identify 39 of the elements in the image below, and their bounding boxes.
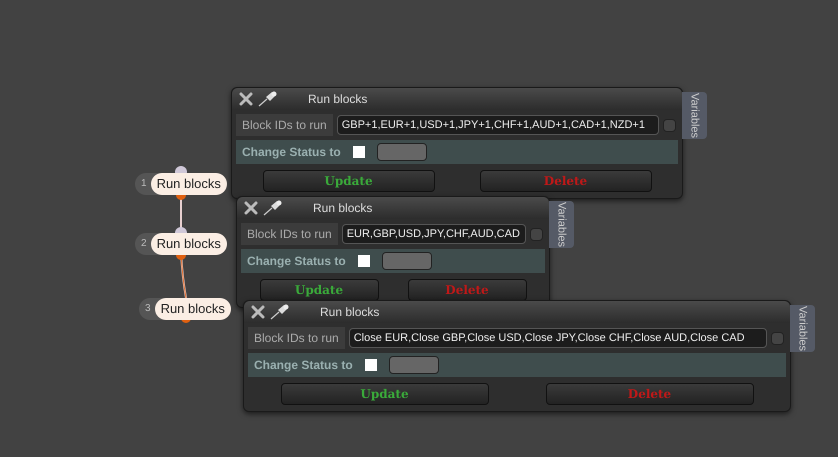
status-field[interactable] xyxy=(376,143,427,161)
node[interactable]: 3 Run blocks xyxy=(139,298,231,320)
variables-tab[interactable]: Variables xyxy=(549,201,574,248)
status-checkbox[interactable] xyxy=(358,255,370,267)
checkbox[interactable] xyxy=(530,228,543,240)
field-label: Block IDs to run xyxy=(236,114,333,136)
block-ids-field[interactable]: Close EUR,Close GBP,Close USD,Close JPY,Close CHF,Close AUD,Close CAD xyxy=(348,328,767,348)
field-label: Block IDs to run xyxy=(248,327,345,349)
node-label: Run blocks xyxy=(150,173,227,194)
status-field[interactable] xyxy=(382,252,432,270)
node-number: 2 xyxy=(141,237,148,252)
close-icon[interactable] xyxy=(250,305,266,319)
status-checkbox[interactable] xyxy=(352,146,365,158)
panel-title: Run blocks xyxy=(320,304,380,321)
status-field[interactable] xyxy=(388,356,439,374)
node-number: 1 xyxy=(141,177,148,192)
variables-tab[interactable]: Variables xyxy=(790,305,814,352)
close-icon[interactable] xyxy=(238,92,254,106)
node-label: Run blocks xyxy=(154,298,231,320)
node-number: 3 xyxy=(145,302,152,316)
status-label: Change Status to xyxy=(242,144,341,161)
field-label: Block IDs to run xyxy=(241,223,338,245)
node[interactable]: 2 Run blocks xyxy=(135,233,227,254)
update-button[interactable]: Update xyxy=(262,170,434,192)
node-label: Run blocks xyxy=(150,233,227,254)
block-ids-field[interactable]: EUR,GBP,USD,JPY,CHF,AUD,CAD xyxy=(342,224,526,244)
status-checkbox[interactable] xyxy=(364,359,377,371)
variables-tab[interactable]: Variables xyxy=(682,92,706,140)
status-label: Change Status to xyxy=(247,253,346,270)
panel-title: Run blocks xyxy=(313,200,372,217)
panel-title: Run blocks xyxy=(308,91,368,108)
update-button[interactable]: Update xyxy=(260,279,378,301)
close-icon[interactable] xyxy=(243,201,259,215)
block-ids-field[interactable]: GBP+1,EUR+1,USD+1,JPY+1,CHF+1,AUD+1,CAD+1,NZD+1 xyxy=(336,114,659,136)
node[interactable]: 1 Run blocks xyxy=(135,173,227,194)
update-button[interactable]: Update xyxy=(280,383,488,405)
status-label: Change Status to xyxy=(254,357,353,374)
checkbox[interactable] xyxy=(663,118,676,132)
checkbox[interactable] xyxy=(771,332,784,344)
